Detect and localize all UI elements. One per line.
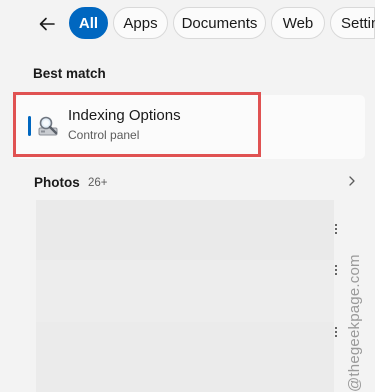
filter-chip-documents[interactable]: Documents <box>173 7 266 39</box>
chevron-right-icon[interactable] <box>345 174 359 188</box>
photos-count: 26+ <box>88 177 108 189</box>
back-button[interactable] <box>34 11 60 37</box>
filter-chip-apps[interactable]: Apps <box>113 7 168 39</box>
filter-chip-settings[interactable]: Settin <box>330 7 375 39</box>
indexing-options-icon <box>35 113 61 139</box>
result-title: Indexing Options <box>68 107 181 124</box>
photo-result-item[interactable] <box>36 322 334 392</box>
result-subtitle: Control panel <box>68 128 140 142</box>
filter-chip-web[interactable]: Web <box>271 7 325 39</box>
best-match-heading: Best match <box>33 66 106 81</box>
photos-section-header[interactable]: Photos 26+ <box>16 166 365 198</box>
photo-result-item[interactable] <box>36 200 334 260</box>
selection-indicator <box>28 116 31 136</box>
more-options-icon[interactable] <box>333 265 339 277</box>
more-options-icon[interactable] <box>333 327 339 339</box>
arrow-left-icon <box>39 17 55 31</box>
photo-result-item[interactable] <box>36 260 334 322</box>
best-match-result[interactable] <box>16 95 365 159</box>
filter-chip-all[interactable]: All <box>69 7 108 39</box>
watermark-text: @thegeekpage.com <box>346 254 363 392</box>
more-options-icon[interactable] <box>333 224 339 236</box>
photos-heading: Photos <box>34 175 80 190</box>
search-filter-bar: All Apps Documents Web Settin <box>0 0 375 50</box>
